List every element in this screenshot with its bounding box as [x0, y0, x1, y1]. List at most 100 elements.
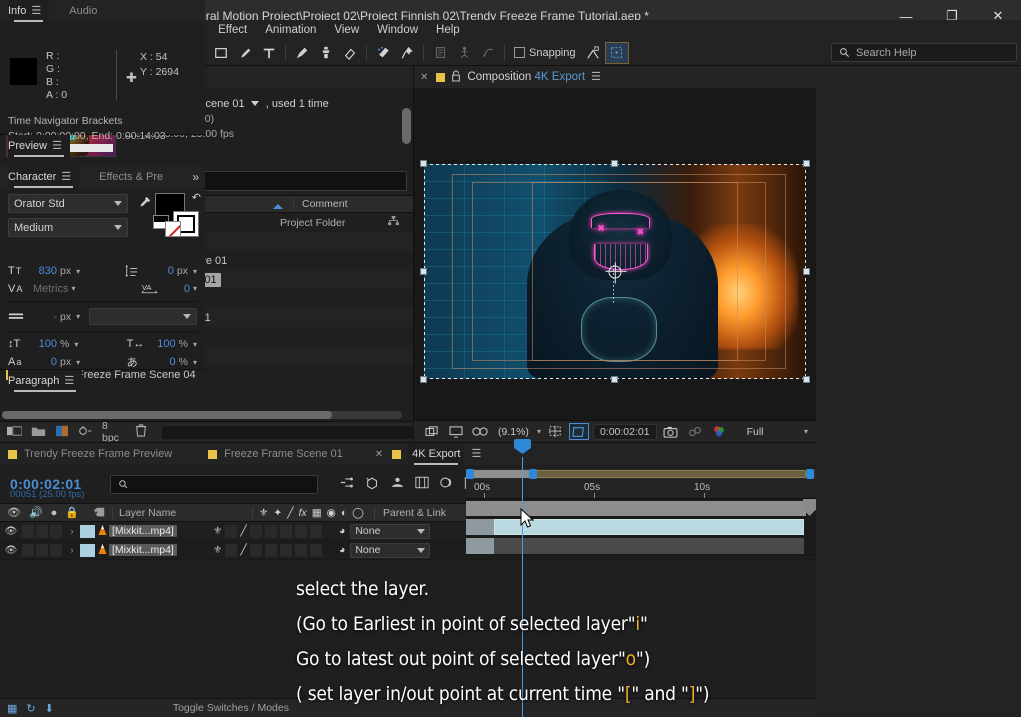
navigator-start-handle[interactable] [466, 469, 474, 479]
close-icon[interactable]: ✕ [420, 72, 428, 83]
eyedropper-icon[interactable] [137, 196, 151, 213]
bit-depth-label[interactable]: 8 bpc [102, 420, 126, 444]
navigator-end-handle[interactable] [529, 469, 537, 479]
layer-1-clip-bar[interactable] [494, 519, 804, 535]
composition-tab-label[interactable]: Composition 4K Export [467, 71, 585, 83]
info-menu-icon[interactable]: ☰ [31, 6, 41, 17]
work-area-bar[interactable] [466, 501, 806, 516]
search-help-field[interactable]: Search Help [831, 43, 1017, 62]
show-snapshot-icon[interactable] [685, 423, 705, 440]
menu-window[interactable]: Window [368, 22, 427, 38]
pen-tool-icon[interactable] [233, 42, 257, 64]
collapse-transform-icon[interactable]: ⚜ [213, 544, 222, 556]
vertical-scale-dropdown-icon[interactable]: ▾ [74, 340, 78, 349]
roto-brush-tool-icon[interactable] [371, 42, 395, 64]
text-panel-icon[interactable] [428, 42, 452, 64]
rectangle-tool-icon[interactable] [209, 42, 233, 64]
parent-pickwhip-icon[interactable]: ◕ [339, 525, 345, 537]
kerning-value[interactable]: Metrics [33, 283, 68, 295]
tab-trendy-freeze-frame-preview[interactable]: Trendy Freeze Frame Preview [24, 443, 172, 465]
tsume-value[interactable]: 0 [152, 356, 176, 368]
channels-icon[interactable] [709, 423, 729, 440]
chevron-right-icon[interactable]: › [64, 526, 80, 536]
layer-2-clip-bar[interactable] [494, 538, 804, 554]
loop-icon[interactable]: ↻ [26, 702, 35, 715]
frame-render-icon[interactable]: ▦ [7, 702, 17, 715]
horizontal-scale-dropdown-icon[interactable]: ▾ [193, 340, 197, 349]
tab-freeze-frame-scene-01[interactable]: Freeze Frame Scene 01 [224, 443, 343, 465]
motion-blur-icon[interactable] [439, 476, 454, 492]
snapshot-camera-icon[interactable] [661, 423, 681, 440]
collapse-transform-icon[interactable]: ⚜ [213, 525, 222, 537]
3d-glasses-icon[interactable] [470, 423, 490, 440]
timeline-search-input[interactable] [110, 475, 318, 494]
composition-menu-icon[interactable]: ☰ [591, 72, 601, 83]
stroke-type-select[interactable] [89, 308, 197, 325]
project-vertical-scrollbar[interactable] [402, 108, 411, 144]
layer-visibility-toggle[interactable]: 👁 [0, 526, 22, 537]
composition-current-time[interactable]: 0:00:02:01 [593, 424, 657, 440]
timeline-menu-icon[interactable]: ☰ [471, 449, 481, 460]
type-tool-icon[interactable] [257, 42, 281, 64]
font-size-value[interactable]: 830 [33, 265, 57, 277]
column-header-layer-name[interactable]: Layer Name [112, 507, 252, 519]
layer-toggle-cells[interactable] [22, 544, 64, 557]
resolution-dropdown-icon[interactable]: ▾ [804, 427, 816, 436]
character-overflow-icon[interactable]: » [186, 170, 203, 184]
hierarchy-icon[interactable] [388, 216, 399, 229]
frame-blending-icon[interactable] [415, 476, 429, 492]
new-composition-icon[interactable] [55, 425, 69, 440]
track-row-work-area[interactable] [466, 499, 816, 518]
font-size-dropdown-icon[interactable]: ▾ [76, 267, 80, 276]
zoom-dropdown-icon[interactable]: ▾ [537, 427, 541, 436]
layer-label-color[interactable] [80, 525, 95, 538]
delete-icon[interactable] [135, 424, 147, 440]
layer-switch-cells[interactable]: ⚜╱ [209, 544, 335, 557]
font-family-select[interactable]: Orator Std [8, 194, 128, 213]
puppet-icon[interactable] [452, 42, 476, 64]
leading-dropdown-icon[interactable]: ▾ [193, 267, 197, 276]
menu-effect[interactable]: Effect [209, 22, 256, 38]
layer-name-cell[interactable]: [Mixkit...mp4] [109, 544, 209, 556]
layer-name-cell[interactable]: [Mixkit...mp4] [109, 525, 209, 537]
clone-stamp-tool-icon[interactable] [314, 42, 338, 64]
composition-viewer[interactable]: ✖ ✖ [414, 88, 816, 420]
snap-target-icon[interactable] [605, 42, 629, 64]
tsume-dropdown-icon[interactable]: ▾ [193, 358, 197, 367]
tab-effects-presets[interactable]: Effects & Pre [91, 166, 171, 188]
zoom-level-value[interactable]: (9.1%) [494, 426, 533, 438]
horizontal-scale-value[interactable]: 100 [152, 338, 176, 350]
brush-tool-icon[interactable] [290, 42, 314, 64]
no-color-swatch[interactable] [165, 221, 181, 237]
layer-2-head[interactable] [466, 538, 494, 554]
tracking-dropdown-icon[interactable]: ▾ [193, 284, 197, 293]
chevron-right-icon[interactable]: › [64, 545, 80, 555]
lock-icon[interactable] [451, 70, 461, 85]
close-icon[interactable]: ✕ [375, 449, 383, 460]
new-folder-icon[interactable] [31, 425, 46, 440]
track-row-layer-1[interactable] [466, 518, 816, 537]
layer-1-head[interactable] [466, 519, 494, 535]
paragraph-menu-icon[interactable]: ☰ [64, 376, 74, 387]
track-row-layer-2[interactable] [466, 537, 816, 556]
leading-value[interactable]: 0 [150, 265, 174, 277]
snapping-checkbox[interactable] [514, 47, 525, 58]
tab-character[interactable]: Character ☰ [8, 166, 79, 188]
baseline-shift-value[interactable]: 0 [33, 356, 57, 368]
time-navigator[interactable] [466, 469, 816, 479]
layer-switch-cells[interactable]: ⚜╱ [209, 525, 335, 538]
menu-view[interactable]: View [325, 22, 368, 38]
composition-mini-flowchart-icon[interactable] [340, 476, 355, 492]
tab-info[interactable]: Info ☰ [8, 0, 49, 22]
stroke-width-value[interactable]: - [33, 311, 57, 323]
snap-arrow-icon[interactable] [581, 42, 605, 64]
parent-pickwhip-icon[interactable]: ◕ [339, 544, 345, 556]
always-preview-icon[interactable] [422, 423, 442, 440]
effects-toggle-icon[interactable]: ╱ [240, 544, 246, 556]
stroke-dropdown-icon[interactable]: ▾ [76, 312, 80, 321]
layer-toggle-cells[interactable] [22, 525, 64, 538]
preview-menu-icon[interactable]: ☰ [52, 141, 62, 152]
font-style-select[interactable]: Medium [8, 218, 128, 237]
resolution-region-icon[interactable] [545, 423, 565, 440]
baseline-dropdown-icon[interactable]: ▾ [76, 358, 80, 367]
